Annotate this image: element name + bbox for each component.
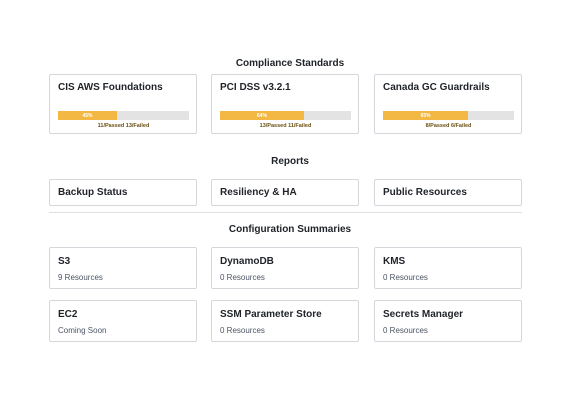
reports-heading: Reports [271,156,309,167]
compliance-percent-label: 64% [256,112,267,119]
config-card-title: DynamoDB [220,256,274,267]
report-backup-status[interactable]: Backup Status [49,179,197,206]
compliance-card-canada[interactable]: Canada GC Guardrails 65% 8/Passed 6/Fail… [374,74,522,134]
compliance-card-title: CIS AWS Foundations [58,82,163,93]
config-card-subtitle: 9 Resources [58,273,103,282]
report-public-resources[interactable]: Public Resources [374,179,522,206]
compliance-progress-fill: 45% [58,111,117,120]
report-label: Resiliency & HA [220,187,297,198]
compliance-progress-fill: 65% [383,111,469,120]
compliance-progress-fill: 64% [220,111,304,120]
config-card-ec2[interactable]: EC2 Coming Soon [49,300,197,342]
config-card-subtitle: 0 Resources [383,326,428,335]
config-card-s3[interactable]: S3 9 Resources [49,247,197,289]
configuration-summaries-heading: Configuration Summaries [228,224,352,235]
compliance-percent-label: 45% [82,112,93,119]
report-label: Backup Status [58,187,128,198]
compliance-pass-fail-caption: 13/Passed 11/Failed [259,123,312,129]
section-divider [49,212,522,213]
config-card-subtitle: 0 Resources [220,326,265,335]
config-card-subtitle: 0 Resources [383,273,428,282]
dashboard: Compliance Standards CIS AWS Foundations… [0,0,580,411]
compliance-pass-fail-caption: 11/Passed 13/Failed [97,123,150,129]
compliance-percent-label: 65% [420,112,431,119]
report-resiliency-ha[interactable]: Resiliency & HA [211,179,359,206]
config-card-subtitle: 0 Resources [220,273,265,282]
config-card-subtitle: Coming Soon [58,326,107,335]
compliance-card-pci[interactable]: PCI DSS v3.2.1 64% 13/Passed 11/Failed [211,74,359,134]
compliance-progress-bar: 65% [383,111,514,120]
compliance-pass-fail-caption: 8/Passed 6/Failed [425,123,472,129]
compliance-standards-heading: Compliance Standards [235,58,345,69]
config-card-ssm-parameter-store[interactable]: SSM Parameter Store 0 Resources [211,300,359,342]
compliance-card-cis[interactable]: CIS AWS Foundations 45% 11/Passed 13/Fai… [49,74,197,134]
config-card-title: S3 [58,256,71,267]
config-card-kms[interactable]: KMS 0 Resources [374,247,522,289]
compliance-progress-bar: 45% [58,111,189,120]
config-card-title: SSM Parameter Store [220,309,322,320]
config-card-title: KMS [383,256,406,267]
config-card-secrets-manager[interactable]: Secrets Manager 0 Resources [374,300,522,342]
config-card-title: EC2 [58,309,78,320]
config-card-title: Secrets Manager [383,309,464,320]
compliance-progress-bar: 64% [220,111,351,120]
report-label: Public Resources [383,187,467,198]
compliance-card-title: Canada GC Guardrails [383,82,490,93]
compliance-card-title: PCI DSS v3.2.1 [220,82,291,93]
config-card-dynamodb[interactable]: DynamoDB 0 Resources [211,247,359,289]
